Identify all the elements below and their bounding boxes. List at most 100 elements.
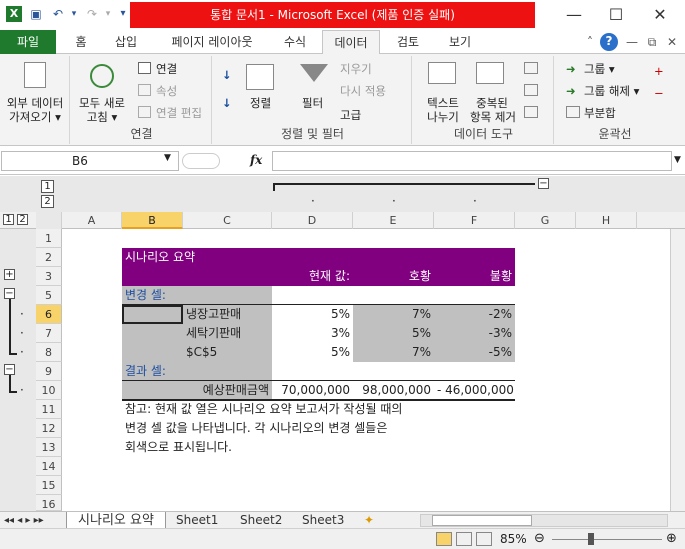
col-header-d[interactable]: D bbox=[272, 212, 353, 229]
changing-v2[interactable]: 5% bbox=[353, 324, 434, 343]
row-header[interactable]: 5 bbox=[36, 286, 62, 305]
ungroup-button[interactable]: 그룹 해제 ▾ bbox=[584, 84, 639, 98]
group-button[interactable]: 그룹 ▾ bbox=[584, 62, 615, 76]
row-header[interactable]: 16 bbox=[36, 495, 62, 511]
changing-v2[interactable]: 7% bbox=[353, 343, 434, 362]
remove-duplicates-button[interactable]: 중복된 항목 제거 bbox=[470, 96, 516, 124]
restore-workbook-icon[interactable]: ⧉ bbox=[644, 34, 660, 50]
reapply-button[interactable]: 다시 적용 bbox=[340, 84, 386, 98]
vertical-scrollbar[interactable] bbox=[670, 229, 685, 511]
col-header-f[interactable]: F bbox=[434, 212, 515, 229]
tab-data[interactable]: 데이터 bbox=[322, 30, 380, 55]
close-button[interactable]: ✕ bbox=[642, 3, 678, 27]
formula-input[interactable] bbox=[272, 151, 672, 171]
consolidate-icon[interactable] bbox=[524, 84, 538, 96]
header-scenario-2[interactable]: 불황 bbox=[434, 267, 515, 286]
header-scenario-1[interactable]: 호황 bbox=[353, 267, 434, 286]
sheet-tab-active[interactable]: 시나리오 요약 bbox=[66, 512, 166, 529]
refresh-all-button[interactable]: 모두 새로 고침 ▾ bbox=[76, 96, 128, 124]
changing-v3[interactable]: -3% bbox=[434, 324, 515, 343]
data-validation-icon[interactable] bbox=[524, 62, 538, 74]
ribbon-collapse-icon[interactable]: ˄ bbox=[582, 34, 598, 50]
changing-name[interactable]: $C$5 bbox=[183, 343, 272, 362]
col-header-c[interactable]: C bbox=[183, 212, 272, 229]
row-header[interactable]: 9 bbox=[36, 362, 62, 381]
changing-v3[interactable]: -5% bbox=[434, 343, 515, 362]
col-level-1[interactable]: 1 bbox=[41, 180, 54, 193]
minimize-workbook-icon[interactable]: — bbox=[624, 34, 640, 50]
note-line-3[interactable]: 회색으로 표시됩니다. bbox=[122, 438, 235, 457]
redo-dropdown-icon[interactable]: ▾ bbox=[100, 6, 116, 22]
hide-detail-icon[interactable]: − bbox=[654, 86, 664, 100]
sheet-tab[interactable]: Sheet3 bbox=[302, 512, 344, 529]
row-level-2[interactable]: 2 bbox=[17, 214, 28, 225]
show-detail-icon[interactable]: + bbox=[654, 64, 664, 78]
col-header-a[interactable]: A bbox=[62, 212, 122, 229]
zoom-slider-thumb[interactable] bbox=[588, 533, 594, 545]
maximize-button[interactable]: ☐ bbox=[598, 3, 634, 27]
undo-dropdown-icon[interactable]: ▾ bbox=[66, 6, 82, 22]
result-v3[interactable]: - 46,000,000 bbox=[434, 381, 515, 400]
row-header[interactable]: 15 bbox=[36, 476, 62, 495]
subtotal-button[interactable]: 부분합 bbox=[584, 106, 616, 120]
row-header[interactable]: 14 bbox=[36, 457, 62, 476]
col-level-2[interactable]: 2 bbox=[41, 195, 54, 208]
row-header[interactable]: 11 bbox=[36, 400, 62, 419]
tab-formulas[interactable]: 수식 bbox=[274, 30, 316, 54]
row-header[interactable]: 12 bbox=[36, 419, 62, 438]
sort-desc-icon[interactable]: ↓ bbox=[222, 96, 232, 110]
help-icon[interactable]: ? bbox=[600, 33, 618, 51]
save-icon[interactable]: ▣ bbox=[28, 6, 44, 22]
undo-icon[interactable]: ↶ bbox=[50, 6, 66, 22]
note-line-2[interactable]: 변경 셀 값을 나타냅니다. 각 시나리오의 변경 셀들은 bbox=[122, 419, 390, 438]
row-header[interactable]: 6 bbox=[36, 305, 62, 324]
zoom-level[interactable]: 85% bbox=[500, 532, 527, 546]
page-break-view-icon[interactable] bbox=[476, 532, 492, 546]
edit-links-button[interactable]: 연결 편집 bbox=[156, 106, 202, 120]
collapse-row-button[interactable]: − bbox=[4, 364, 15, 375]
minimize-button[interactable]: — bbox=[556, 3, 592, 27]
changing-current[interactable]: 3% bbox=[272, 324, 353, 343]
horizontal-scroll-thumb[interactable] bbox=[432, 515, 532, 526]
expand-formula-icon[interactable]: ▼ bbox=[674, 155, 681, 165]
normal-view-icon[interactable] bbox=[436, 532, 452, 546]
name-box-dropdown-icon[interactable]: ▼ bbox=[164, 153, 171, 163]
changing-cells-label[interactable]: 변경 셀: bbox=[122, 286, 272, 305]
col-header-b[interactable]: B bbox=[122, 212, 183, 229]
redo-icon[interactable]: ↷ bbox=[84, 6, 100, 22]
selected-cell-b6[interactable] bbox=[122, 305, 183, 324]
select-all-corner[interactable] bbox=[36, 212, 62, 229]
row-level-1[interactable]: 1 bbox=[3, 214, 14, 225]
row-header[interactable]: 10 bbox=[36, 381, 62, 400]
properties-button[interactable]: 속성 bbox=[156, 84, 177, 98]
zoom-slider[interactable] bbox=[552, 539, 662, 540]
note-line-1[interactable]: 참고: 현재 값 열은 시나리오 요약 보고서가 작성될 때의 bbox=[122, 400, 405, 419]
changing-name[interactable]: 세탁기판매 bbox=[183, 324, 272, 343]
result-name[interactable]: 예상판매금액 bbox=[183, 381, 272, 400]
first-sheet-button[interactable]: ◂◂ ◂ ▸ ▸▸ bbox=[4, 512, 44, 529]
row-header[interactable]: 3 bbox=[36, 267, 62, 286]
what-if-icon[interactable] bbox=[524, 106, 538, 118]
col-header-g[interactable]: G bbox=[515, 212, 576, 229]
changing-v2[interactable]: 7% bbox=[353, 305, 434, 324]
zoom-in-icon[interactable]: ⊕ bbox=[666, 531, 677, 546]
connections-button[interactable]: 연결 bbox=[156, 62, 177, 76]
tab-insert[interactable]: 삽입 bbox=[104, 30, 148, 54]
collapse-columns-button[interactable]: − bbox=[538, 178, 549, 189]
col-header-e[interactable]: E bbox=[353, 212, 434, 229]
changing-name[interactable]: 냉장고판매 bbox=[183, 305, 272, 324]
worksheet-grid[interactable]: 시나리오 요약 현재 값: 호황 불황 변경 셀: 냉장고판매 5% 7% -2… bbox=[62, 229, 685, 511]
clear-button[interactable]: 지우기 bbox=[340, 62, 372, 76]
row-header[interactable]: 13 bbox=[36, 438, 62, 457]
changing-current[interactable]: 5% bbox=[272, 305, 353, 324]
expand-row-button[interactable]: + bbox=[4, 269, 15, 280]
close-workbook-icon[interactable]: ✕ bbox=[664, 34, 680, 50]
zoom-out-icon[interactable]: ⊖ bbox=[534, 531, 545, 546]
result-v2[interactable]: 98,000,000 bbox=[353, 381, 434, 400]
collapse-row-button[interactable]: − bbox=[4, 288, 15, 299]
name-box[interactable]: B6 bbox=[1, 151, 179, 171]
external-data-button[interactable]: 외부 데이터 가져오기 ▾ bbox=[4, 96, 66, 124]
result-current[interactable]: 70,000,000 bbox=[272, 381, 353, 400]
tab-file[interactable]: 파일 bbox=[0, 30, 56, 54]
header-current[interactable]: 현재 값: bbox=[272, 267, 353, 286]
